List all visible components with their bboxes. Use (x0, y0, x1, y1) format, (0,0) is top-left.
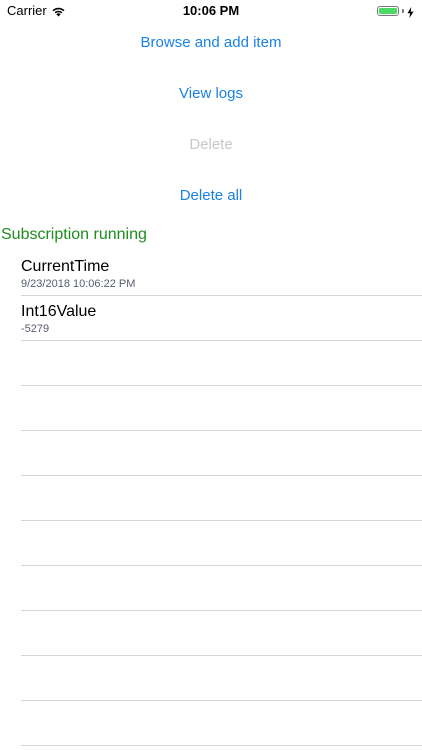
item-name: Int16Value (21, 303, 97, 320)
app-screen: Carrier 10:06 PM Browse and add item Vie… (0, 0, 422, 750)
table-row[interactable] (21, 341, 422, 386)
table-row[interactable] (21, 611, 422, 656)
table-row[interactable] (21, 701, 422, 746)
table-row[interactable] (21, 656, 422, 701)
table-row[interactable] (21, 566, 422, 611)
monitored-items-table[interactable]: CurrentTime 9/23/2018 10:06:22 PM Int16Val… (0, 251, 422, 746)
table-row[interactable]: Int16Value -5279 (21, 296, 422, 341)
view-logs-button[interactable]: View logs (0, 83, 422, 105)
item-value: 9/23/2018 10:06:22 PM (21, 278, 136, 290)
subscription-status: Subscription running (1, 226, 147, 243)
delete-button: Delete (189, 136, 233, 153)
delete-all-button[interactable]: Delete all (0, 185, 422, 207)
table-row[interactable] (21, 386, 422, 431)
table-row[interactable] (21, 476, 422, 521)
battery-level (379, 7, 397, 14)
item-value: -5279 (21, 323, 50, 335)
charging-bolt-icon (407, 5, 414, 18)
battery-icon (377, 5, 399, 16)
item-name: CurrentTime (21, 258, 110, 275)
status-bar: Carrier 10:06 PM (0, 0, 422, 22)
browse-and-add-item-button[interactable]: Browse and add item (0, 32, 422, 54)
table-row[interactable]: CurrentTime 9/23/2018 10:06:22 PM (21, 251, 422, 296)
battery-cap (402, 8, 404, 13)
status-time: 10:06 PM (182, 3, 240, 18)
battery-indicator (377, 5, 414, 18)
table-row[interactable] (21, 431, 422, 476)
table-row[interactable] (21, 521, 422, 566)
